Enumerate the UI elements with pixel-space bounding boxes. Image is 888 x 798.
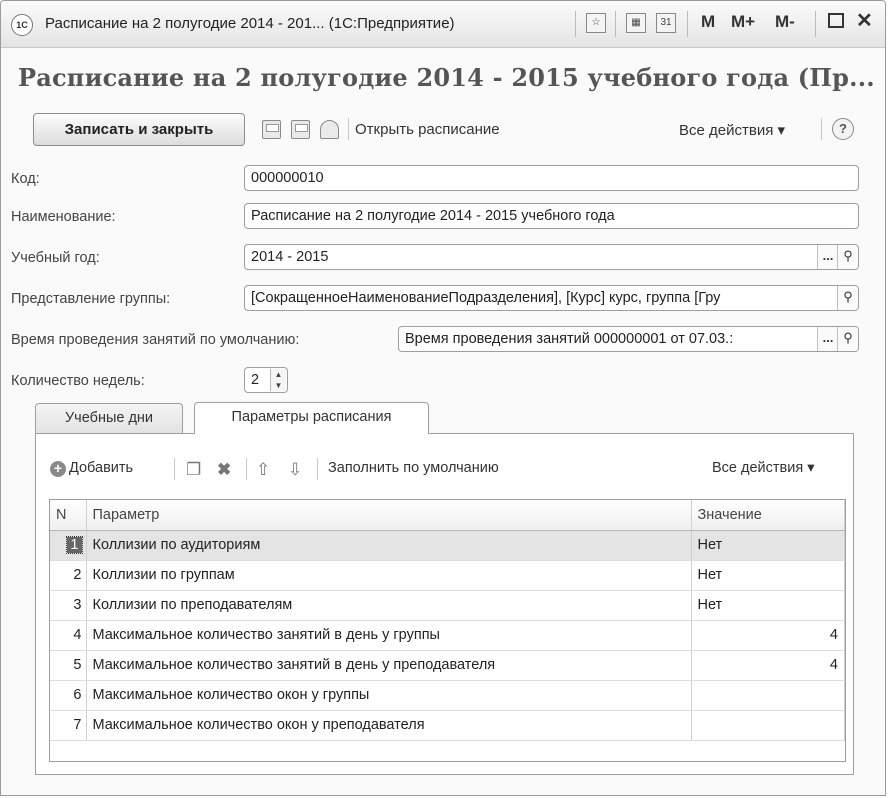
maximize-icon[interactable]	[828, 13, 844, 28]
search-icon[interactable]: ⚲	[837, 286, 858, 310]
table-row[interactable]: 4 Максимальное количество занятий в день…	[50, 620, 845, 651]
save-and-close-button[interactable]: Записать и закрыть	[33, 113, 245, 146]
titlebar-separator	[615, 11, 616, 37]
row-value[interactable]: 4	[691, 620, 845, 651]
row-value[interactable]	[691, 710, 845, 741]
table-row[interactable]: 2 Коллизии по группам Нет	[50, 560, 845, 591]
memory-m-button[interactable]: M	[701, 12, 715, 32]
search-icon[interactable]: ⚲	[837, 327, 858, 351]
column-header-n[interactable]: N	[50, 500, 87, 531]
default-time-label: Время проведения занятий по умолчанию:	[11, 332, 300, 348]
toolbar-separator	[348, 118, 349, 140]
select-button[interactable]: ...	[817, 327, 838, 351]
row-number: 3	[50, 590, 87, 621]
toolbar-separator	[174, 458, 175, 480]
move-down-icon[interactable]: ⇩	[288, 460, 302, 480]
row-value[interactable]: Нет	[691, 590, 845, 621]
favorite-star-icon[interactable]: ☆	[586, 13, 606, 33]
table-row[interactable]: 6 Максимальное количество окон у группы	[50, 680, 845, 711]
table-row[interactable]: 7 Максимальное количество окон у препода…	[50, 710, 845, 741]
row-value[interactable]: 4	[691, 650, 845, 681]
name-field[interactable]: Расписание на 2 полугодие 2014 - 2015 уч…	[244, 203, 859, 229]
move-up-icon[interactable]: ⇧	[256, 460, 270, 480]
row-number: 4	[50, 620, 87, 651]
code-field[interactable]: 000000010	[244, 165, 859, 191]
params-all-actions-menu[interactable]: Все действия ▾	[712, 460, 815, 476]
window-title: Расписание на 2 полугодие 2014 - 201... …	[45, 15, 455, 32]
search-icon[interactable]: ⚲	[837, 245, 858, 269]
row-value[interactable]: Нет	[691, 530, 845, 561]
name-label: Наименование:	[11, 209, 116, 225]
add-icon[interactable]: +	[50, 461, 66, 477]
form-window: 1С Расписание на 2 полугодие 2014 - 201.…	[0, 0, 886, 796]
save-icon[interactable]	[262, 120, 281, 139]
copy-icon[interactable]: ❐	[186, 460, 201, 480]
params-table[interactable]: N Параметр Значение 1 Коллизии по аудито…	[49, 499, 846, 762]
row-param[interactable]: Коллизии по преподавателям	[86, 590, 692, 621]
row-number: 7	[50, 710, 87, 741]
fill-default-button[interactable]: Заполнить по умолчанию	[328, 460, 499, 476]
weeks-stepper[interactable]: 2 ▲ ▼	[244, 367, 288, 393]
row-number: 5	[50, 650, 87, 681]
row-param[interactable]: Максимальное количество окон у группы	[86, 680, 692, 711]
stepper-arrows-icon[interactable]: ▲ ▼	[270, 369, 286, 391]
add-button[interactable]: Добавить	[69, 460, 133, 476]
toolbar-separator	[317, 458, 318, 480]
row-number: 1	[50, 530, 87, 561]
column-header-value[interactable]: Значение	[691, 500, 845, 531]
close-icon[interactable]: ✕	[856, 8, 873, 33]
row-value[interactable]: Нет	[691, 560, 845, 591]
row-param[interactable]: Максимальное количество занятий в день у…	[86, 620, 692, 651]
group-repr-label: Представление группы:	[11, 291, 171, 307]
schedule-params-panel: + Добавить ❐ ✖ ⇧ ⇩ Заполнить по умолчани…	[35, 433, 854, 775]
print-icon[interactable]	[291, 120, 310, 139]
row-param[interactable]: Коллизии по аудиториям	[86, 530, 692, 561]
title-bar: 1С Расписание на 2 полугодие 2014 - 201.…	[1, 1, 885, 48]
row-value[interactable]	[691, 680, 845, 711]
calculator-icon[interactable]: ▦	[626, 13, 646, 33]
page-title: Расписание на 2 полугодие 2014 - 2015 уч…	[18, 63, 875, 92]
titlebar-separator	[815, 11, 816, 37]
tab-school-days[interactable]: Учебные дни	[35, 403, 183, 434]
memory-m-minus-button[interactable]: M-	[775, 12, 795, 32]
column-header-param[interactable]: Параметр	[86, 500, 692, 531]
toolbar-separator	[246, 458, 247, 480]
row-param[interactable]: Максимальное количество занятий в день у…	[86, 650, 692, 681]
default-time-field[interactable]: Время проведения занятий 000000001 от 07…	[398, 326, 859, 352]
select-button[interactable]: ...	[817, 245, 838, 269]
table-row[interactable]: 3 Коллизии по преподавателям Нет	[50, 590, 845, 621]
code-label: Код:	[11, 171, 40, 187]
weeks-label: Количество недель:	[11, 373, 145, 389]
group-repr-field[interactable]: [СокращенноеНаименованиеПодразделения], …	[244, 285, 859, 311]
row-param[interactable]: Коллизии по группам	[86, 560, 692, 591]
1c-logo-icon[interactable]: 1С	[11, 14, 33, 36]
memory-m-plus-button[interactable]: M+	[731, 12, 755, 32]
help-icon[interactable]: ?	[832, 118, 854, 140]
table-header-row: N Параметр Значение	[50, 500, 845, 531]
open-schedule-button[interactable]: Открыть расписание	[355, 121, 500, 138]
tab-schedule-params[interactable]: Параметры расписания	[194, 402, 429, 434]
row-number: 6	[50, 680, 87, 711]
school-year-label: Учебный год:	[11, 250, 100, 266]
all-actions-menu[interactable]: Все действия ▾	[679, 121, 785, 139]
row-param[interactable]: Максимальное количество окон у преподава…	[86, 710, 692, 741]
school-year-field[interactable]: 2014 - 2015 ... ⚲	[244, 244, 859, 270]
table-row[interactable]: 5 Максимальное количество занятий в день…	[50, 650, 845, 681]
delete-icon[interactable]: ✖	[217, 460, 231, 480]
toolbar-separator	[821, 118, 822, 140]
table-row[interactable]: 1 Коллизии по аудиториям Нет	[50, 530, 845, 561]
calendar-icon[interactable]: 31	[656, 13, 676, 33]
row-number: 2	[50, 560, 87, 591]
titlebar-separator	[575, 11, 576, 37]
envelope-icon[interactable]	[320, 120, 339, 139]
titlebar-separator	[687, 11, 688, 37]
